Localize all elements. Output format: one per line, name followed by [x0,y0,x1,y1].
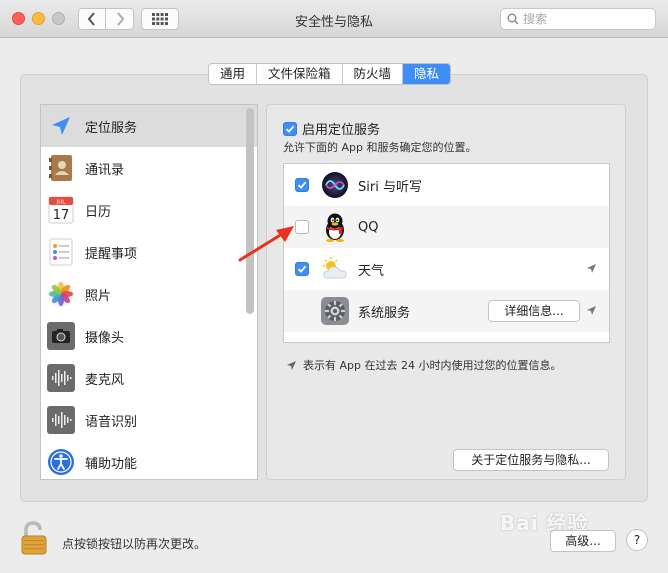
app-name: Siri 与听写 [358,179,422,195]
sidebar-item-label: 日历 [85,204,112,220]
system-services-icon [320,296,350,326]
app-name: 天气 [358,263,385,279]
sidebar-item-camera[interactable]: 摄像头 [41,315,257,357]
search-input[interactable] [523,12,643,26]
sidebar-item-contacts[interactable]: 通讯录 [41,147,257,189]
checkmark-icon [297,181,307,189]
tab-privacy[interactable]: 隐私 [403,64,451,84]
location-legend: 表示有 App 在过去 24 小时内使用过您的位置信息。 [286,357,561,373]
weather-icon [320,254,350,284]
checkmark-icon [297,265,307,273]
siri-location-checkbox[interactable] [295,178,309,192]
camera-icon [47,322,75,350]
app-row-siri: Siri 与听写 [284,164,609,206]
enable-location-services[interactable]: 启用定位服务 [283,119,380,138]
enable-location-checkbox[interactable] [283,121,297,136]
location-arrow-icon [287,360,296,370]
qq-penguin-icon [320,212,350,242]
speech-recognition-icon [47,406,75,434]
tab-bar: 通用 文件保险箱 防火墙 隐私 [208,63,452,85]
lock-hint-text: 点按锁按钮以防再次更改。 [62,537,207,551]
app-row-weather: 天气 [284,248,609,290]
siri-icon [320,170,350,200]
advanced-button[interactable]: 高级... [550,530,616,552]
calendar-icon: JUL 17 [47,196,75,224]
lock-icon[interactable] [20,521,50,555]
sidebar-item-label: 定位服务 [85,120,138,136]
calendar-day: 17 [53,208,70,223]
location-arrow-icon [47,112,75,140]
red-annotation-arrow [238,226,294,262]
details-button[interactable]: 详细信息... [488,300,580,322]
help-button[interactable]: ? [626,529,648,551]
sidebar-item-label: 麦克风 [85,372,125,388]
enable-location-label: 启用定位服务 [302,123,381,138]
sidebar-scrollbar[interactable] [246,108,254,314]
sidebar-item-label: 提醒事项 [85,246,138,262]
location-description: 允许下面的 App 和服务确定您的位置。 [283,141,477,154]
calendar-month: JUL [56,200,67,206]
accessibility-icon [47,448,75,476]
sidebar-item-label: 照片 [85,288,112,304]
sidebar-item-label: 语音识别 [85,414,138,430]
reminders-icon [47,238,75,266]
sidebar-item-label: 辅助功能 [85,456,138,472]
photos-icon [47,280,75,308]
search-field[interactable] [500,8,656,30]
tab-filevault[interactable]: 文件保险箱 [257,64,343,84]
recent-location-arrow-icon [587,264,596,273]
contacts-icon [47,154,75,182]
sidebar-item-label: 摄像头 [85,330,125,346]
recent-location-arrow-icon [587,306,596,315]
title-bar: 安全性与隐私 [0,0,668,38]
privacy-category-list: 定位服务 通讯录 JUL 17 日历 提醒事项 照片 摄像头 麦克风 语音识别 … [40,104,258,480]
sidebar-item-microphone[interactable]: 麦克风 [41,357,257,399]
sidebar-item-reminders[interactable]: 提醒事项 [41,231,257,273]
app-row-system-services: 系统服务 详细信息... [284,290,609,332]
sidebar-item-label: 通讯录 [85,162,125,178]
weather-location-checkbox[interactable] [295,262,309,276]
app-row-qq: QQ [284,206,609,248]
search-icon [507,13,519,25]
app-location-list: Siri 与听写 QQ 天气 系统服务 详细信息... [283,163,610,343]
checkmark-icon [285,125,295,133]
app-name: QQ [358,219,379,235]
sidebar-item-speech-recognition[interactable]: 语音识别 [41,399,257,441]
app-name: 系统服务 [358,305,411,321]
sidebar-item-photos[interactable]: 照片 [41,273,257,315]
sidebar-item-calendar[interactable]: JUL 17 日历 [41,189,257,231]
tab-general[interactable]: 通用 [209,64,258,84]
legend-text: 表示有 App 在过去 24 小时内使用过您的位置信息。 [303,359,562,372]
sidebar-item-location-services[interactable]: 定位服务 [41,105,257,147]
sidebar-item-accessibility[interactable]: 辅助功能 [41,441,257,479]
tab-firewall[interactable]: 防火墙 [342,64,404,84]
about-location-privacy-button[interactable]: 关于定位服务与隐私... [453,449,609,471]
microphone-icon [47,364,75,392]
